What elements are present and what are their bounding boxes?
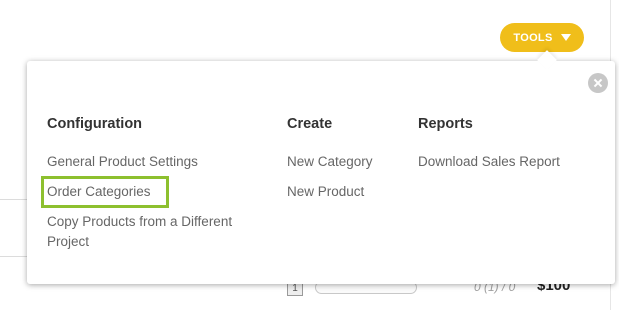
new-category-link[interactable]: New Category [287,152,407,172]
order-categories-link[interactable]: Order Categories [41,176,169,208]
tools-dropdown-panel: Configuration General Product Settings O… [27,50,615,284]
reports-heading: Reports [418,116,473,132]
divider-line [0,199,27,200]
create-column: Create New Category New Product [287,116,407,212]
copy-products-link[interactable]: Copy Products from a Different Project [47,212,277,252]
download-sales-report-link[interactable]: Download Sales Report [418,152,608,172]
general-product-settings-link[interactable]: General Product Settings [47,152,277,172]
divider-line [0,256,27,257]
create-heading: Create [287,116,333,132]
panel-pointer [537,50,557,70]
caret-down-icon [560,34,571,41]
configuration-heading: Configuration [47,116,143,132]
reports-column: Reports Download Sales Report [418,116,608,182]
tools-button-label: TOOLS [513,31,553,44]
close-icon[interactable] [588,73,608,93]
tools-button[interactable]: TOOLS [500,23,584,52]
new-product-link[interactable]: New Product [287,182,407,202]
configuration-column: Configuration General Product Settings O… [41,116,277,262]
